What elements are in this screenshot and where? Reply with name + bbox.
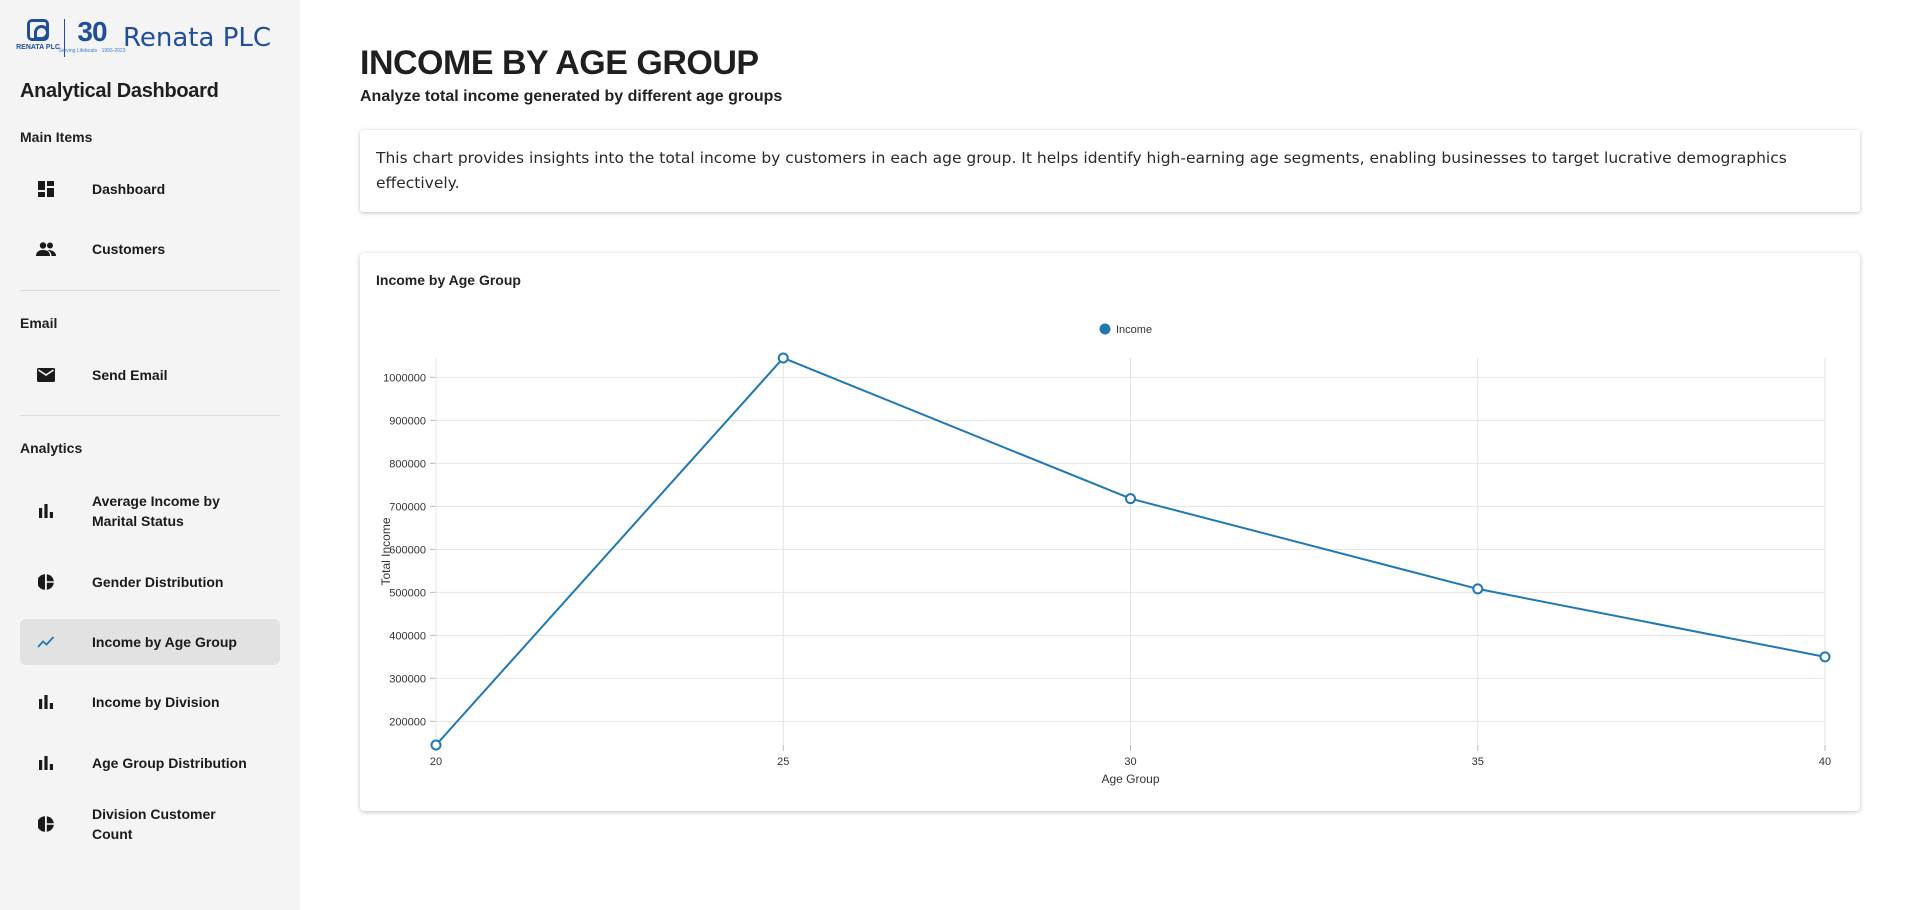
section-label-main-items: Main Items bbox=[20, 129, 93, 145]
brand-logo: RENATA PLC 30 Serving Lifeboats · 1993-2… bbox=[16, 16, 126, 58]
sidebar-divider bbox=[20, 415, 280, 416]
data-point bbox=[1819, 651, 1831, 663]
description-card: This chart provides insights into the to… bbox=[360, 130, 1860, 212]
pie-chart-icon bbox=[20, 574, 72, 590]
y-tick-label: 200000 bbox=[389, 716, 426, 728]
data-point bbox=[1125, 493, 1136, 505]
sidebar-item-label: Income by Division bbox=[92, 694, 220, 710]
sidebar-item-age-group-distribution[interactable]: Age Group Distribution bbox=[20, 743, 280, 783]
y-tick-label: 1000000 bbox=[383, 372, 426, 384]
page-title: INCOME BY AGE GROUP bbox=[360, 44, 759, 82]
description-text: This chart provides insights into the to… bbox=[376, 149, 1787, 192]
anniversary-number: 30 bbox=[77, 16, 107, 47]
section-label-email: Email bbox=[20, 315, 58, 331]
y-tick-label: 700000 bbox=[389, 501, 426, 513]
x-tick-label: 40 bbox=[1819, 756, 1831, 768]
anniversary-logo-icon: 30 Serving Lifeboats · 1993-2023 bbox=[59, 16, 126, 58]
line-chart-icon bbox=[20, 636, 72, 648]
sidebar-item-label: Income by Age Group bbox=[92, 634, 237, 650]
data-point bbox=[430, 739, 442, 751]
logo-text: RENATA PLC bbox=[16, 44, 60, 51]
x-axis-label: Age Group bbox=[1101, 772, 1159, 786]
brand-name: Renata PLC bbox=[123, 23, 272, 53]
y-axis-label: Total Income bbox=[379, 517, 393, 585]
sidebar-item-label: Customers bbox=[92, 241, 166, 257]
legend-label: Income bbox=[1116, 324, 1152, 336]
anniversary-sub: Serving Lifeboats · 1993-2023 bbox=[58, 48, 126, 54]
sidebar-item-label: Average Income by Marital Status bbox=[92, 493, 220, 529]
email-icon bbox=[20, 368, 72, 382]
line-chart: 200000 300000 400000 500000 600000 700000 8000… bbox=[379, 323, 1831, 786]
bar-chart-icon bbox=[20, 504, 72, 518]
sidebar-item-average-income-by-marital-status[interactable]: Average Income by Marital Status bbox=[20, 486, 280, 536]
dashboard-icon bbox=[20, 181, 72, 197]
sidebar-item-gender-distribution[interactable]: Gender Distribution bbox=[20, 562, 280, 602]
section-label-analytics: Analytics bbox=[20, 440, 83, 456]
sidebar-item-label: Dashboard bbox=[92, 181, 166, 197]
y-tick-label: 900000 bbox=[389, 415, 426, 427]
legend-marker bbox=[1099, 323, 1111, 335]
sidebar-item-label: Send Email bbox=[92, 367, 168, 383]
renata-logo-icon: RENATA PLC bbox=[16, 19, 60, 57]
x-tick-label: 35 bbox=[1472, 756, 1484, 768]
sidebar-item-send-email[interactable]: Send Email bbox=[20, 355, 280, 395]
people-icon bbox=[20, 242, 72, 256]
bar-chart-icon bbox=[20, 756, 72, 770]
y-tick-label: 400000 bbox=[389, 630, 426, 642]
x-tick-label: 30 bbox=[1124, 756, 1136, 768]
data-point bbox=[1472, 583, 1484, 595]
sidebar-item-label: Age Group Distribution bbox=[92, 755, 247, 771]
bar-chart-icon bbox=[20, 695, 72, 709]
sidebar-item-label: Division Customer Count bbox=[92, 806, 216, 842]
sidebar-item-division-customer-count[interactable]: Division Customer Count bbox=[20, 804, 280, 844]
sidebar-item-dashboard[interactable]: Dashboard bbox=[20, 169, 280, 209]
data-point bbox=[777, 352, 789, 364]
page-subtitle: Analyze total income generated by differ… bbox=[360, 88, 783, 105]
sidebar-item-income-by-division[interactable]: Income by Division bbox=[20, 682, 280, 722]
y-tick-label: 600000 bbox=[389, 544, 426, 556]
y-tick-label: 800000 bbox=[389, 458, 426, 470]
sidebar-item-customers[interactable]: Customers bbox=[20, 229, 280, 269]
pie-chart-icon bbox=[20, 816, 72, 832]
chart-card: Income by Age Group 200000 300000 400000 50… bbox=[360, 253, 1860, 811]
sidebar-title: Analytical Dashboard bbox=[20, 80, 219, 102]
y-tick-label: 500000 bbox=[389, 587, 426, 599]
sidebar-divider bbox=[20, 290, 280, 291]
y-tick-label: 300000 bbox=[389, 673, 426, 685]
sidebar-item-label: Gender Distribution bbox=[92, 574, 224, 590]
sidebar-item-income-by-age-group[interactable]: Income by Age Group bbox=[20, 619, 280, 665]
x-tick-label: 25 bbox=[777, 756, 789, 768]
brand-header[interactable]: RENATA PLC 30 Serving Lifeboats · 1993-2… bbox=[16, 16, 272, 58]
x-tick-label: 20 bbox=[430, 756, 442, 768]
sidebar: RENATA PLC 30 Serving Lifeboats · 1993-2… bbox=[0, 0, 300, 910]
